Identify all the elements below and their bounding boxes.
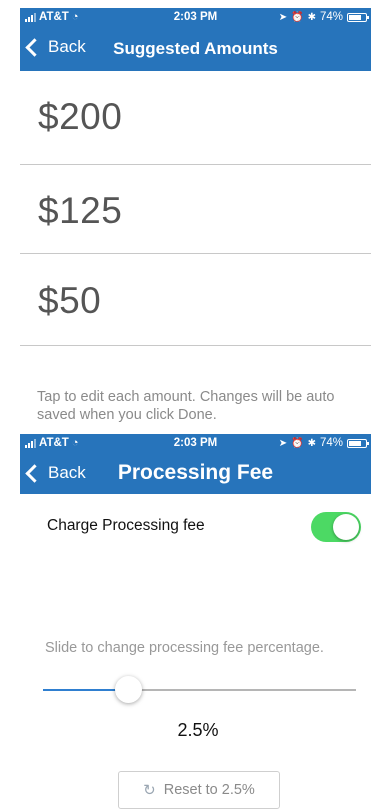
nav-bar: Back Suggested Amounts xyxy=(20,30,371,68)
status-right: ➤ ⏰ ✱ 74% xyxy=(278,437,369,449)
status-right: ➤ ⏰ ✱ 74% xyxy=(278,11,369,23)
top-header: AT&T ◔ 2:03 PM ➤ ⏰ ✱ 74% Back Suggested … xyxy=(20,8,371,71)
alarm-icon: ⏰ xyxy=(291,437,304,449)
page-title: Suggested Amounts xyxy=(113,39,278,58)
charge-fee-label: Charge Processing fee xyxy=(47,517,205,534)
amount-value: $200 xyxy=(38,96,123,137)
amount-value: $50 xyxy=(38,280,102,321)
nav-bar: Back Processing Fee xyxy=(20,456,371,494)
fee-percentage-slider[interactable] xyxy=(43,676,356,704)
bluetooth-icon: ✱ xyxy=(307,11,316,23)
battery-icon xyxy=(347,12,369,22)
amount-row[interactable]: $50 xyxy=(20,254,371,346)
bottom-header: AT&T ◔ 2:03 PM ➤ ⏰ ✱ 74% Back Processing… xyxy=(20,434,371,494)
battery-icon xyxy=(347,438,369,448)
status-bar: AT&T ◔ 2:03 PM ➤ ⏰ ✱ 74% xyxy=(20,8,371,26)
charge-fee-toggle[interactable] xyxy=(311,512,361,542)
amount-value: $125 xyxy=(38,190,123,231)
alarm-icon: ⏰ xyxy=(291,11,304,23)
toggle-knob xyxy=(333,514,359,540)
page-title: Processing Fee xyxy=(117,461,274,484)
location-icon: ➤ xyxy=(278,437,288,449)
edit-hint: Tap to edit each amount. Changes will be… xyxy=(37,389,335,423)
location-icon: ➤ xyxy=(278,11,288,23)
fee-percentage-value: 2.5% xyxy=(177,720,219,740)
charge-fee-row: Charge Processing fee xyxy=(20,505,371,547)
amount-row[interactable]: $125 xyxy=(20,165,371,254)
refresh-icon: ↻ xyxy=(143,782,156,799)
status-bar: AT&T ◔ 2:03 PM ➤ ⏰ ✱ 74% xyxy=(20,434,371,452)
reset-label: Reset to 2.5% xyxy=(163,782,255,798)
battery-percent: 74% xyxy=(319,11,343,23)
slide-hint: Slide to change processing fee percentag… xyxy=(45,640,324,656)
amount-row[interactable]: $200 xyxy=(20,72,371,165)
battery-percent: 74% xyxy=(319,437,343,449)
slider-thumb[interactable] xyxy=(115,676,142,703)
reset-button[interactable]: ↻ Reset to 2.5% xyxy=(118,771,280,809)
bluetooth-icon: ✱ xyxy=(307,437,316,449)
